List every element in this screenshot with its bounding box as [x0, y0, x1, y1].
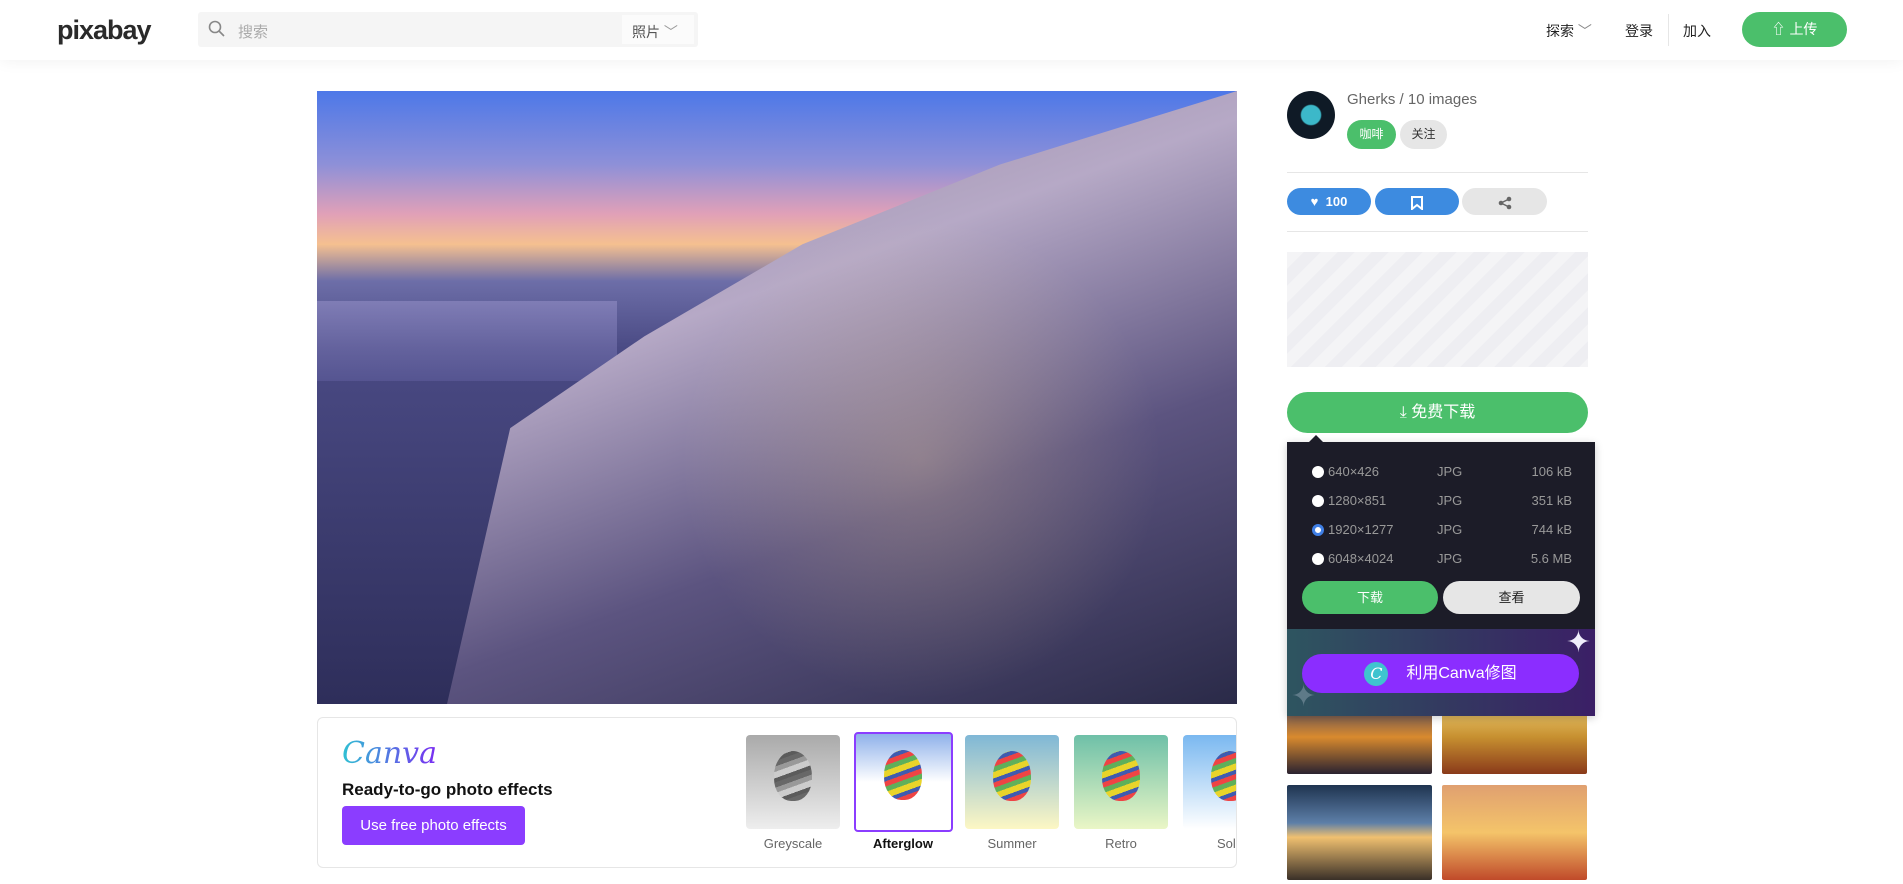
download-option-row[interactable]: 6048×4024 JPG 5.6 MB — [1312, 550, 1572, 570]
upload-label: 上传 — [1789, 21, 1818, 37]
divider — [1287, 172, 1588, 173]
pixabay-logo[interactable]: pixabay — [57, 15, 152, 46]
bookmark-button[interactable] — [1375, 188, 1459, 215]
share-button[interactable] — [1462, 188, 1547, 215]
like-button[interactable]: ♥ 100 — [1287, 188, 1371, 215]
bookmark-icon — [1411, 195, 1423, 211]
radio-button[interactable] — [1312, 466, 1324, 478]
resolution: 6048×4024 — [1328, 551, 1394, 566]
download-option-row[interactable]: 640×426 JPG 106 kB — [1312, 463, 1572, 483]
file-size: 351 kB — [1531, 493, 1572, 508]
coffee-button[interactable]: 咖啡 — [1347, 120, 1396, 149]
radio-button[interactable] — [1312, 495, 1324, 507]
file-size: 5.6 MB — [1530, 551, 1572, 566]
divider — [1287, 231, 1588, 232]
radio-button[interactable] — [1312, 553, 1324, 565]
related-image-thumbnail[interactable] — [1287, 785, 1432, 880]
share-icon — [1498, 196, 1511, 209]
search-type-select[interactable]: 照片 ﹀ — [622, 15, 694, 44]
format: JPG — [1437, 493, 1463, 508]
effect-label: Sola — [1216, 836, 1236, 851]
download-option-row[interactable]: 1920×1277 JPG 744 kB — [1312, 521, 1572, 541]
effect-summer[interactable] — [965, 735, 1059, 829]
resolution: 1280×851 — [1328, 493, 1387, 508]
search-type-label: 照片 — [632, 24, 660, 40]
effect-label: Retro — [1105, 836, 1137, 851]
effect-label: Afterglow — [873, 836, 933, 851]
format: JPG — [1437, 522, 1463, 537]
photo-town — [447, 91, 1237, 704]
upload-icon: ⇧ — [1771, 21, 1786, 37]
sparkle-icon: ✦ — [1565, 626, 1591, 659]
effect-sola[interactable] — [1183, 735, 1236, 829]
edit-in-canva-button[interactable]: C 利用Canva修图 — [1302, 654, 1579, 693]
effect-label: Summer — [987, 836, 1037, 851]
canva-logo: Canva — [342, 736, 437, 771]
radio-button-selected[interactable] — [1312, 524, 1324, 536]
explore-label: 探索 — [1546, 23, 1574, 39]
search-bar[interactable]: 搜索 照片 ﹀ — [198, 12, 698, 47]
explore-menu[interactable]: 探索 ﹀ — [1546, 21, 1592, 41]
canva-effects-banner: Canva Ready-to-go photo effects Use free… — [317, 717, 1237, 868]
format: JPG — [1437, 551, 1463, 566]
download-options-panel: 640×426 JPG 106 kB 1280×851 JPG 351 kB 1920×… — [1287, 435, 1595, 716]
photo-sea — [317, 301, 617, 381]
download-button[interactable]: 下载 — [1302, 581, 1438, 614]
related-image-thumbnail[interactable] — [1442, 785, 1587, 880]
nav-divider — [1668, 14, 1669, 46]
avatar[interactable] — [1287, 91, 1335, 139]
file-size: 744 kB — [1531, 522, 1572, 537]
chevron-down-icon: ﹀ — [1577, 23, 1592, 39]
join-link[interactable]: 加入 — [1683, 21, 1711, 41]
resolution: 640×426 — [1328, 464, 1379, 479]
ad-placeholder — [1287, 252, 1588, 367]
format: JPG — [1437, 464, 1463, 479]
effect-afterglow[interactable] — [854, 732, 953, 832]
heart-icon: ♥ — [1310, 194, 1319, 209]
free-download-label: 免费下载 — [1411, 404, 1476, 421]
download-option-row[interactable]: 1280×851 JPG 351 kB — [1312, 492, 1572, 512]
login-link[interactable]: 登录 — [1625, 21, 1653, 41]
free-download-button[interactable]: ⤓ 免费下载 — [1287, 392, 1588, 433]
like-count: 100 — [1325, 194, 1348, 209]
file-size: 106 kB — [1531, 464, 1572, 479]
follow-button[interactable]: 关注 — [1400, 120, 1447, 149]
chevron-down-icon: ﹀ — [663, 24, 678, 40]
search-input[interactable]: 搜索 — [238, 21, 268, 42]
resolution: 1920×1277 — [1328, 522, 1394, 537]
edit-in-canva-label: 利用Canva修图 — [1406, 665, 1517, 682]
effect-label: Greyscale — [763, 836, 823, 851]
effect-retro[interactable] — [1074, 735, 1168, 829]
canva-promo: ✦ ✦ C 利用Canva修图 — [1287, 626, 1595, 716]
canva-headline: Ready-to-go photo effects — [342, 780, 553, 799]
main-photo[interactable] — [317, 91, 1237, 704]
canva-icon: C — [1364, 661, 1389, 686]
author-name[interactable]: Gherks / 10 images — [1347, 91, 1477, 108]
download-icon: ⤓ — [1399, 404, 1407, 421]
search-icon — [208, 20, 225, 37]
header: pixabay 搜索 照片 ﹀ 探索 ﹀ 登录 加入 ⇧ 上传 — [0, 0, 1903, 60]
effect-greyscale[interactable] — [746, 735, 840, 829]
use-photo-effects-button[interactable]: Use free photo effects — [342, 806, 525, 845]
view-button[interactable]: 查看 — [1443, 581, 1580, 614]
upload-button[interactable]: ⇧ 上传 — [1742, 12, 1847, 47]
